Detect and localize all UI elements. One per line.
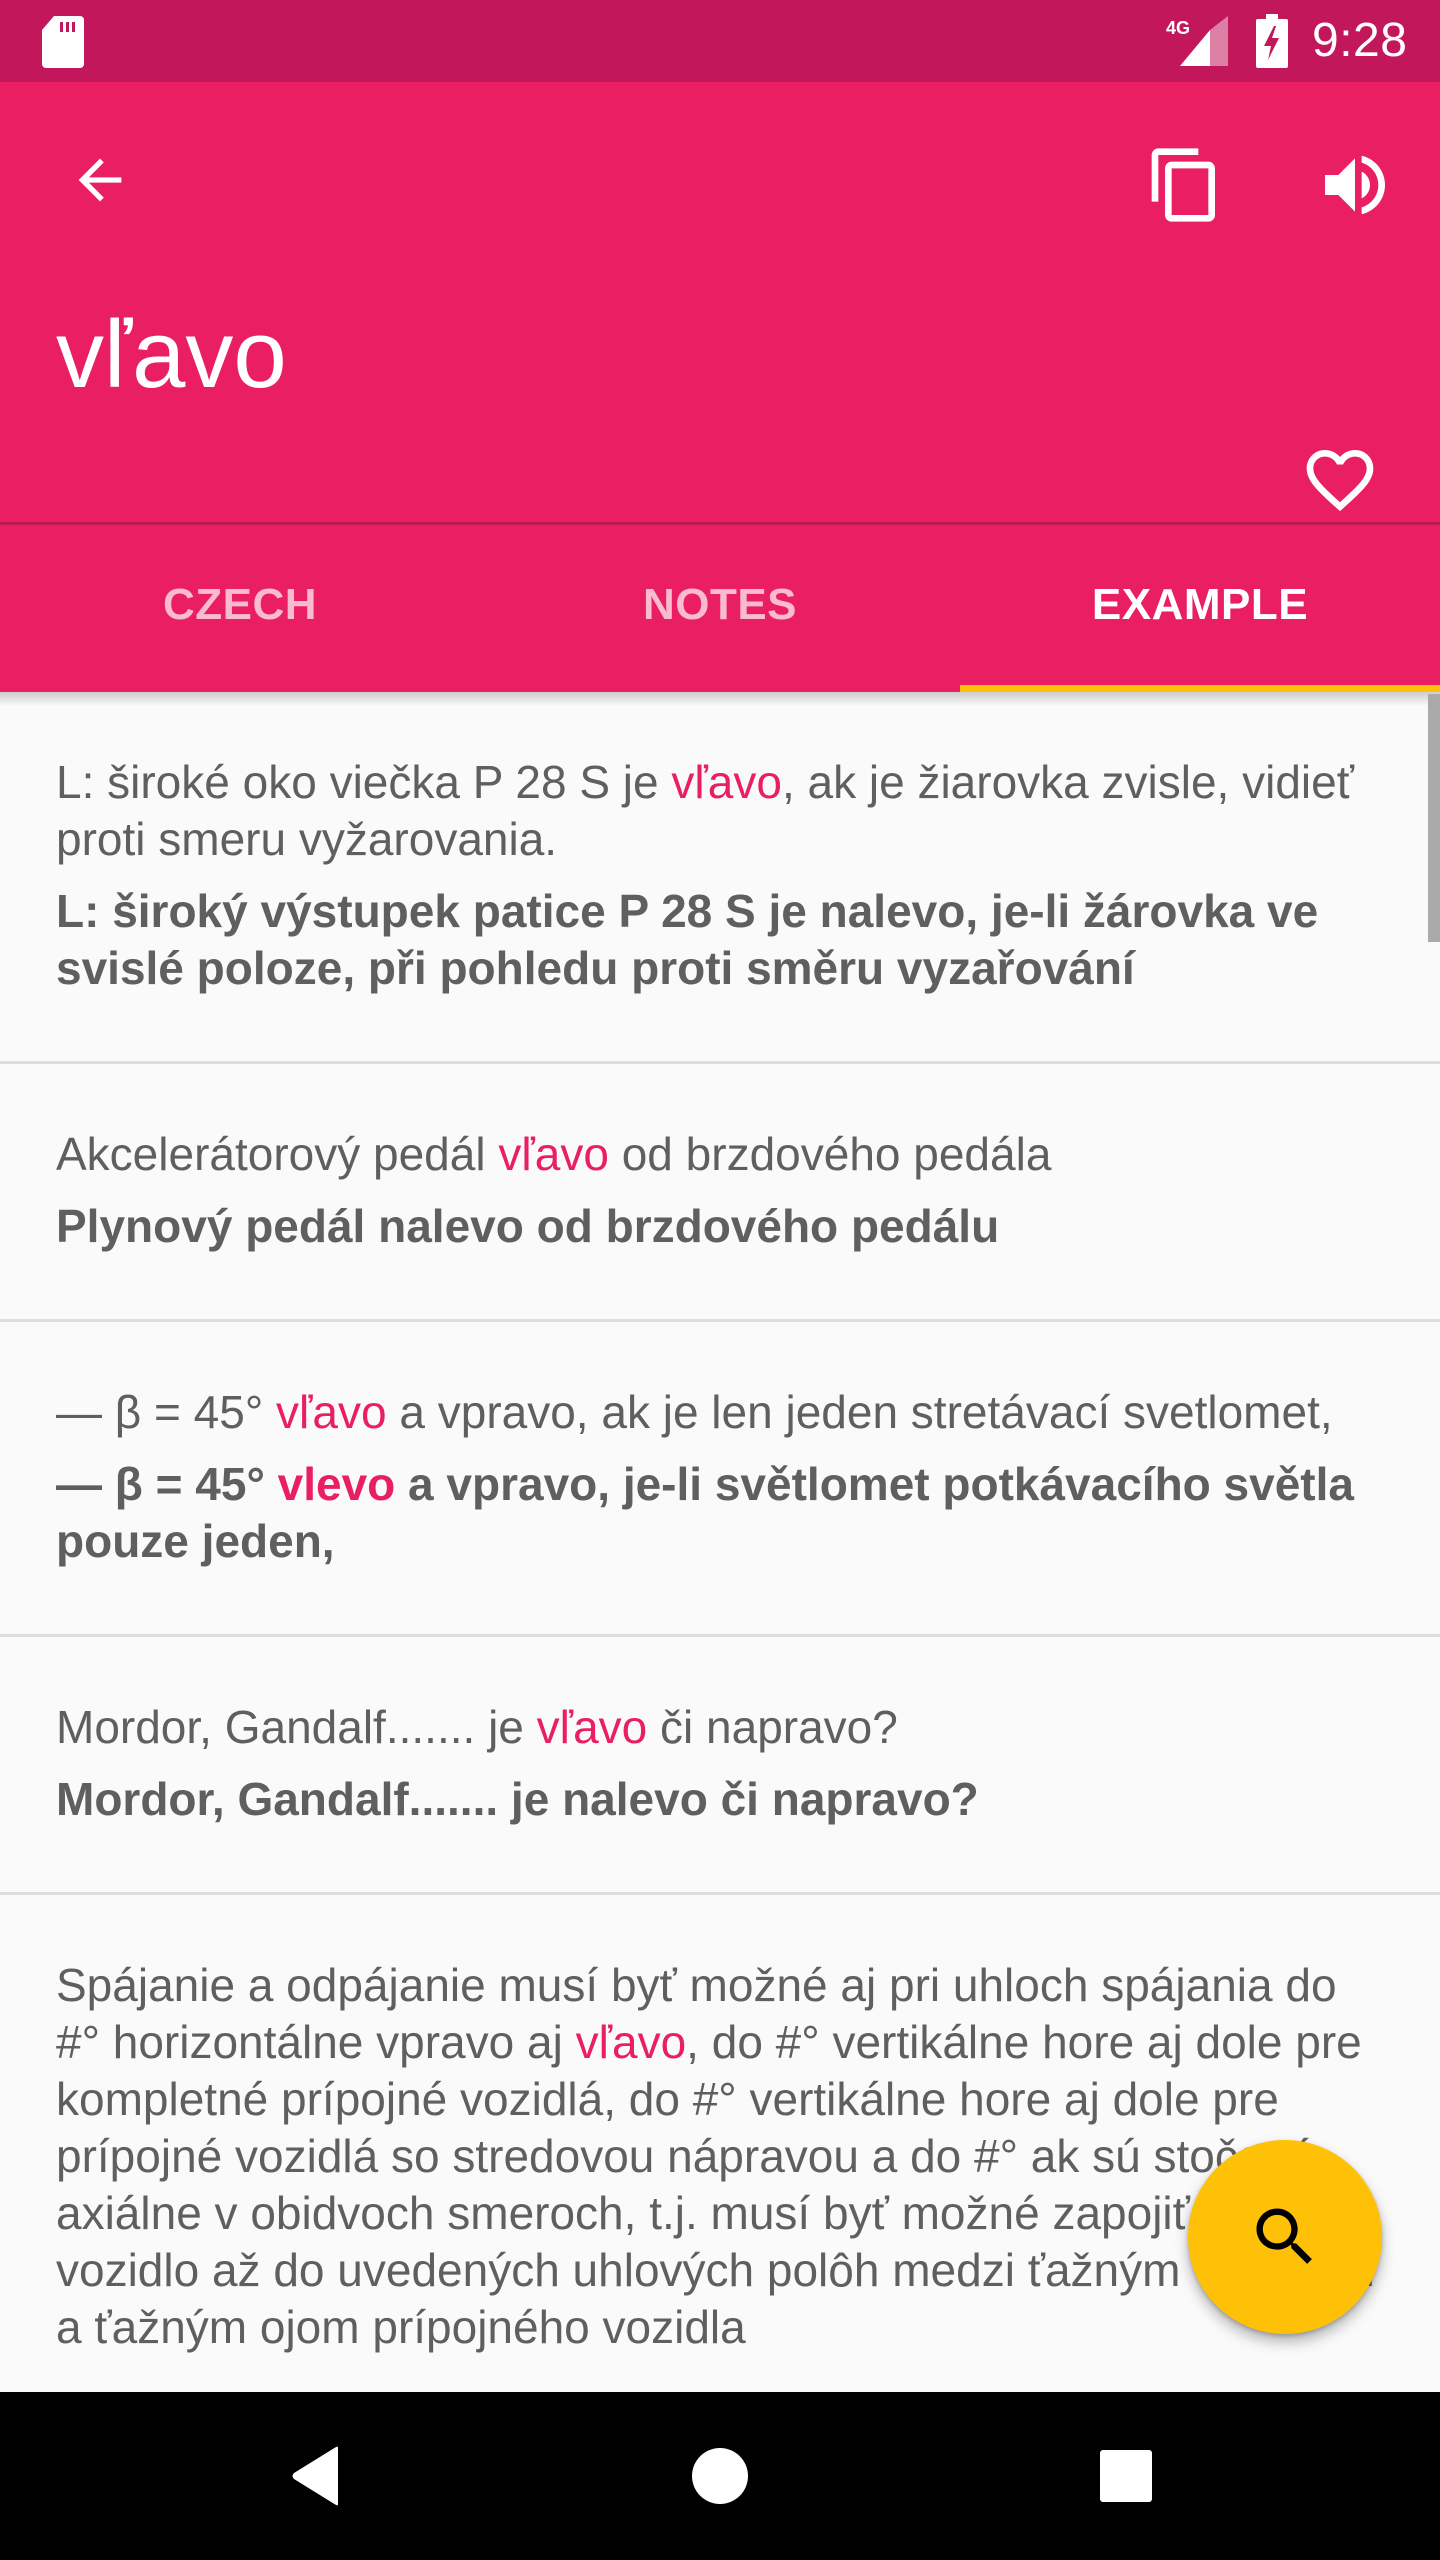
example-source: Spájanie a odpájanie musí byť možné aj p…: [56, 1959, 1375, 2353]
example-translation: — β = 45° vlevo a vpravo, je-li světlome…: [56, 1458, 1354, 1567]
example-item[interactable]: Spájanie a odpájanie musí byť možné aj p…: [0, 1895, 1440, 2392]
copy-button[interactable]: [1130, 130, 1240, 240]
system-nav-bar: [0, 2392, 1440, 2560]
example-translation: Plynový pedál nalevo od brzdového pedálu: [56, 1200, 1000, 1252]
scrollbar[interactable]: [1428, 694, 1440, 942]
heart-outline-icon: [1306, 450, 1374, 512]
examples-list[interactable]: L: široké oko viečka P 28 S je vľavo, ak…: [0, 692, 1440, 2392]
copy-icon: [1151, 148, 1215, 222]
speak-button[interactable]: [1300, 130, 1410, 240]
nav-recents-button[interactable]: [1066, 2426, 1186, 2526]
highlighted-term: vľavo: [536, 1701, 648, 1753]
search-fab[interactable]: [1188, 2140, 1382, 2334]
nav-home-icon: [692, 2448, 748, 2504]
example-source: L: široké oko viečka P 28 S je vľavo, ak…: [56, 756, 1354, 865]
example-source: Akcelerátorový pedál vľavo od brzdového …: [56, 1128, 1052, 1180]
nav-home-button[interactable]: [660, 2426, 780, 2526]
example-item[interactable]: Mordor, Gandalf....... je vľavo či napra…: [0, 1637, 1440, 1895]
back-button[interactable]: [40, 130, 160, 230]
volume-icon: [1325, 155, 1385, 215]
nav-back-button[interactable]: [256, 2426, 376, 2526]
example-source: Mordor, Gandalf....... je vľavo či napra…: [56, 1701, 898, 1753]
example-item[interactable]: L: široké oko viečka P 28 S je vľavo, ak…: [0, 692, 1440, 1064]
tab-czech[interactable]: CZECH: [0, 525, 480, 692]
example-translation: Mordor, Gandalf....... je nalevo či napr…: [56, 1773, 979, 1825]
example-item[interactable]: — β = 45° vľavo a vpravo, ak je len jede…: [0, 1322, 1440, 1637]
example-translation: L: široký výstupek patice P 28 S je nale…: [56, 885, 1319, 994]
tab-notes[interactable]: NOTES: [480, 525, 960, 692]
example-item[interactable]: Akcelerátorový pedál vľavo od brzdového …: [0, 1064, 1440, 1322]
tabs-shadow: [0, 692, 1440, 706]
example-source: — β = 45° vľavo a vpravo, ak je len jede…: [56, 1386, 1333, 1438]
sd-card-icon: [42, 16, 84, 68]
svg-text:4G: 4G: [1166, 18, 1190, 38]
signal-4g-icon: 4G: [1166, 16, 1228, 66]
highlighted-term: vľavo: [671, 756, 782, 808]
tab-example[interactable]: EXAMPLE: [960, 525, 1440, 692]
nav-back-icon: [292, 2446, 338, 2506]
search-icon: [1256, 2208, 1312, 2264]
battery-charging-icon: [1256, 14, 1288, 68]
highlighted-term: vlevo: [277, 1458, 396, 1510]
nav-recents-icon: [1100, 2450, 1152, 2502]
status-bar: 4G 9:28: [0, 0, 1440, 82]
tab-bar: CZECH NOTES EXAMPLE: [0, 525, 1440, 692]
favorite-button[interactable]: [1290, 430, 1390, 530]
highlighted-term: vľavo: [498, 1128, 609, 1180]
highlighted-term: vľavo: [276, 1386, 387, 1438]
word-title: vľavo: [56, 301, 287, 408]
arrow-back-icon: [78, 158, 122, 202]
highlighted-term: vľavo: [575, 2016, 687, 2068]
status-time: 9:28: [1312, 14, 1408, 67]
